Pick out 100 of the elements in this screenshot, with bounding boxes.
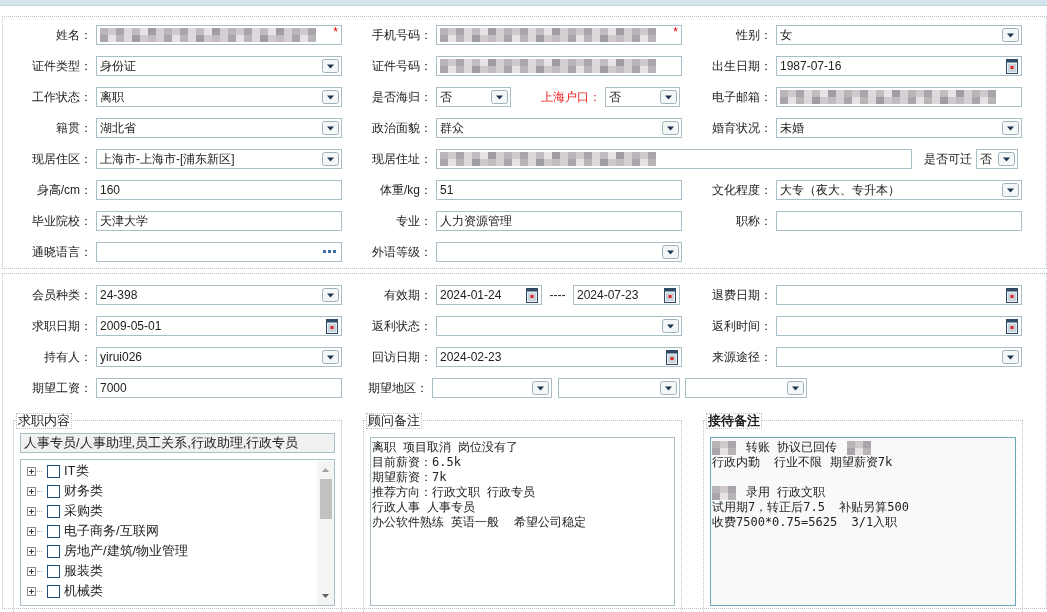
field-label: 手机号码： (371, 27, 433, 44)
calendar-icon (1006, 287, 1018, 303)
dropdown-field[interactable]: 上海市-上海市-[浦东新区] (96, 149, 342, 169)
calendar-icon (526, 287, 538, 303)
dropdown-field[interactable] (558, 378, 680, 398)
dropdown-icon (660, 90, 677, 104)
text-field[interactable] (436, 56, 682, 76)
dropdown-icon (787, 381, 804, 395)
dropdown-field[interactable]: 大专（夜大、专升本） (776, 180, 1022, 200)
dropdown-field[interactable]: 否 (436, 87, 511, 107)
field-label: 有效期： (383, 287, 433, 304)
checkbox[interactable] (47, 504, 60, 518)
dropdown-icon (998, 152, 1015, 166)
date-field[interactable] (776, 316, 1022, 336)
date-field[interactable]: 1987-07-16 (776, 56, 1022, 76)
tree-item-label[interactable]: 采购类 (64, 501, 103, 521)
field-label: 现居住址： (371, 151, 433, 168)
dropdown-field[interactable] (436, 316, 682, 336)
field-label: 外语等级： (371, 244, 433, 261)
expand-icon[interactable] (27, 506, 43, 516)
text-field[interactable]: * (96, 25, 342, 45)
separator-text: ---- (548, 287, 567, 304)
text-field[interactable]: 51 (436, 180, 682, 200)
ellipsis-icon (323, 250, 337, 254)
dropdown-icon (322, 121, 339, 135)
field-label: 现居住区： (31, 151, 93, 168)
dropdown-icon (322, 288, 339, 302)
tree-item-label[interactable]: 机械类 (64, 581, 103, 601)
expand-icon[interactable] (27, 546, 43, 556)
dropdown-field[interactable]: 女 (776, 25, 1022, 45)
checkbox[interactable] (47, 524, 60, 538)
note-line: 目前薪资：6.5k (372, 455, 461, 470)
dropdown-field[interactable] (776, 347, 1022, 367)
notes-area[interactable]: 离职 项目取消 岗位没有了 目前薪资：6.5k 期望薪资：7k 推荐方向：行政文职 行政专员 行政人事 人事专员 办公软件熟练 英语一般 希望公司稳定 (370, 437, 675, 606)
checkbox[interactable] (47, 464, 60, 478)
expand-icon[interactable] (27, 566, 43, 576)
tree-item-label[interactable]: 服装类 (64, 561, 103, 581)
checkbox[interactable] (47, 584, 60, 598)
tree-item-label[interactable]: 财务类 (64, 481, 103, 501)
expand-icon[interactable] (27, 466, 43, 476)
checkbox[interactable] (47, 544, 60, 558)
date-field[interactable] (776, 285, 1022, 305)
dropdown-icon (662, 245, 679, 259)
text-field[interactable] (776, 87, 1022, 107)
dropdown-field[interactable]: 否 (605, 87, 680, 107)
checkbox[interactable] (47, 484, 60, 498)
scrollbar-thumb[interactable] (319, 479, 332, 519)
dropdown-field[interactable]: 否 (976, 149, 1018, 169)
dropdown-field[interactable] (436, 242, 682, 262)
tree-item-label[interactable]: 电子商务/互联网 (64, 521, 159, 541)
summary-field[interactable]: 人事专员/人事助理,员工关系,行政助理,行政专员 (20, 433, 335, 453)
field-label: 持有人： (43, 349, 93, 366)
calendar-icon (1006, 58, 1018, 74)
dropdown-field[interactable]: 湖北省 (96, 118, 342, 138)
text-field[interactable]: 天津大学 (96, 211, 342, 231)
expand-icon[interactable] (27, 586, 43, 596)
checkbox[interactable] (47, 564, 60, 578)
date-field[interactable]: 2024-01-24 (436, 285, 542, 305)
panel-title: 接待备注 (706, 413, 762, 429)
expand-icon[interactable] (27, 486, 43, 496)
field-label: 姓名： (55, 27, 93, 44)
field-label: 文化程度： (711, 182, 773, 199)
note-line: 行政内勤 行业不限 期望薪资7k (712, 455, 893, 470)
expand-icon[interactable] (27, 526, 43, 536)
field-label: 返利状态： (371, 318, 433, 335)
date-field[interactable]: 2024-02-23 (436, 347, 682, 367)
field-label: 期望地区： (367, 380, 429, 397)
tree-item-label[interactable]: IT类 (64, 461, 89, 481)
dropdown-field[interactable]: 群众 (436, 118, 682, 138)
dropdown-field[interactable] (685, 378, 807, 398)
dropdown-icon (660, 381, 677, 395)
dropdown-field[interactable]: yirui026 (96, 347, 342, 367)
dropdown-field[interactable] (432, 378, 552, 398)
scrollbar[interactable] (317, 461, 334, 605)
picker-field[interactable] (96, 242, 342, 262)
dropdown-field[interactable]: 24-398 (96, 285, 342, 305)
field-label: 回访日期： (371, 349, 433, 366)
tree-item-label[interactable]: 房地产/建筑/物业管理 (64, 541, 189, 561)
date-field[interactable]: 2024-07-23 (573, 285, 680, 305)
text-field[interactable]: 7000 (96, 378, 342, 398)
text-field[interactable] (776, 211, 1022, 231)
dropdown-field[interactable]: 身份证 (96, 56, 342, 76)
dropdown-icon (662, 121, 679, 135)
field-label: 专业： (395, 213, 433, 230)
text-field[interactable]: 160 (96, 180, 342, 200)
field-label: 退费日期： (711, 287, 773, 304)
dropdown-field[interactable]: 离职 (96, 87, 342, 107)
field-label: 是否海归： (371, 89, 433, 106)
field-label: 籍贯： (55, 120, 93, 137)
text-field[interactable] (436, 149, 912, 169)
text-field[interactable]: 人力资源管理 (436, 211, 682, 231)
notes-area[interactable]: 转账 协议已回传 行政内勤 行业不限 期望薪资7k 录用 行政文职 试用期7，转正后7.5 补贴另算500 收费7500*0.75=5625 3/1入职 (710, 437, 1016, 606)
dropdown-field[interactable]: 未婚 (776, 118, 1022, 138)
field-label: 来源途径： (711, 349, 773, 366)
field-label: 出生日期： (711, 58, 773, 75)
field-label: 证件号码： (371, 58, 433, 75)
calendar-icon (666, 349, 678, 365)
field-label: 会员种类： (31, 287, 93, 304)
text-field[interactable]: * (436, 25, 682, 45)
date-field[interactable]: 2009-05-01 (96, 316, 342, 336)
